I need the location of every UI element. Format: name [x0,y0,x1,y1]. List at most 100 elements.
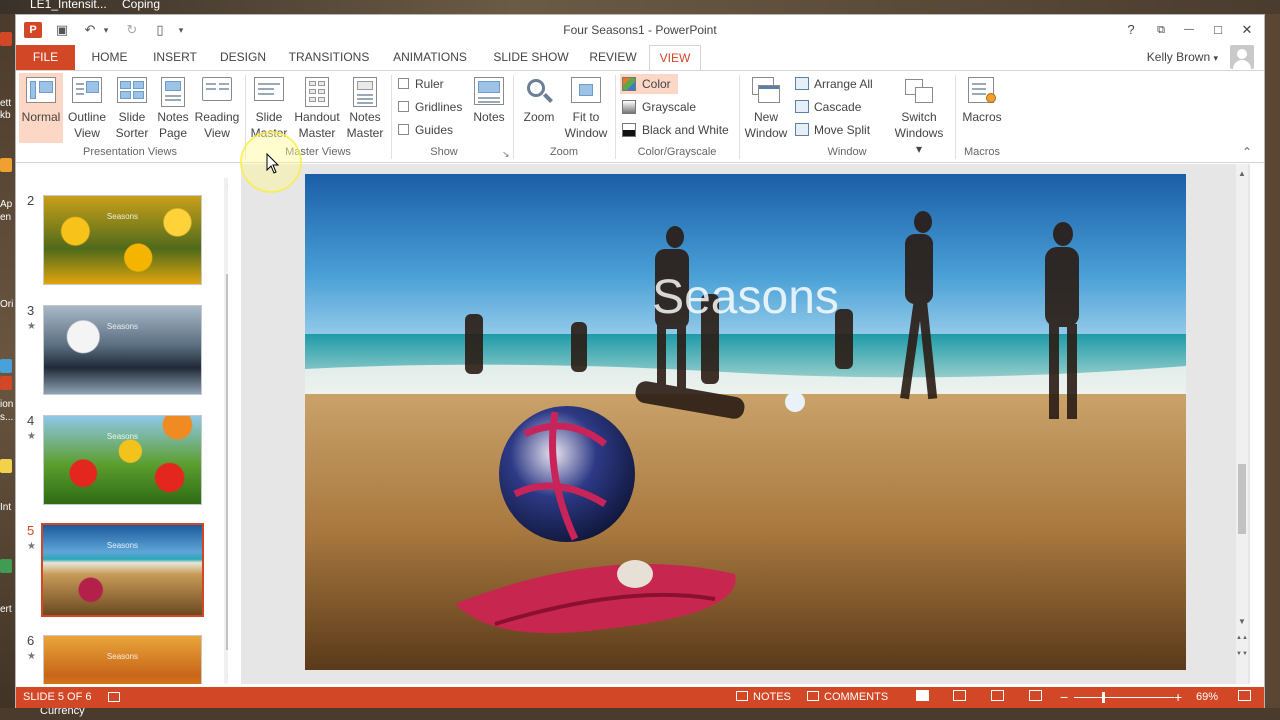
slide-canvas[interactable]: Seasons [305,174,1186,670]
spreadsheet-desktop-icon [0,559,12,573]
zoom-level[interactable]: 69% [1196,687,1218,708]
scroll-down-icon[interactable]: ▼ [1236,616,1248,628]
scroll-up-icon[interactable]: ▲ [1236,168,1248,180]
slide-thumbnail[interactable]: Seasons [43,305,202,395]
ribbon-display-options-button[interactable]: ⧉ [1148,19,1174,41]
scroll-up-icon[interactable]: ▲ [224,178,228,190]
thumbnail-number: 6 [27,633,35,648]
tab-animations[interactable]: ANIMATIONS [384,45,476,70]
outline-view-button[interactable]: Outline View [64,73,110,143]
group-label-color-grayscale: Color/Grayscale [637,146,717,158]
guides-checkbox[interactable]: Guides [398,121,453,139]
slide-thumbnail[interactable]: Seasons [43,635,202,684]
normal-view-status-icon[interactable] [916,687,934,708]
tab-view[interactable]: VIEW [649,45,701,71]
desktop-bottom-strip: Currency [0,708,1280,720]
handout-master-icon [301,77,333,107]
notes-page-icon [157,77,189,107]
close-button[interactable]: ✕ [1234,19,1260,41]
color-button[interactable]: Color [620,74,678,94]
spell-check-icon[interactable] [108,687,125,708]
reading-view-button[interactable]: Reading View [194,73,240,143]
button-label: Notes [157,110,189,124]
move-split-button[interactable]: Move Split [795,120,870,140]
notes-button[interactable]: Notes [470,73,508,143]
new-window-button[interactable]: New Window [743,73,789,143]
desktop-fragment: ion [0,399,14,410]
slide-thumbnail[interactable]: Seasons [43,195,202,285]
dialog-launcher-icon[interactable]: ↘ [502,149,510,160]
maximize-button[interactable]: □ [1205,19,1231,41]
handout-master-button[interactable]: Handout Master [292,73,342,143]
tab-transitions[interactable]: TRANSITIONS [282,45,376,70]
zoom-slider-thumb[interactable] [1102,692,1105,703]
checkbox-box [398,124,409,135]
gridlines-checkbox[interactable]: Gridlines [398,98,462,116]
button-label: Master [298,126,336,140]
minimize-button[interactable]: — [1176,19,1202,41]
slide-title[interactable]: Seasons [305,270,1186,325]
document-desktop-icon [0,359,12,373]
reading-view-status-icon[interactable] [991,687,1009,708]
tab-slide-show[interactable]: SLIDE SHOW [486,45,576,70]
notes-master-button[interactable]: Notes Master [344,73,386,143]
slide-sorter-button[interactable]: Slide Sorter [111,73,153,143]
slide-sorter-status-icon[interactable] [953,687,971,708]
slide-thumbnail-current[interactable]: Seasons [41,523,204,617]
collapse-ribbon-icon[interactable]: ⌃ [1242,145,1252,159]
color-swatch-icon [622,77,636,91]
slide-show-status-icon[interactable] [1029,687,1047,708]
black-and-white-button[interactable]: Black and White [620,120,740,140]
desktop-fragment: s... [0,412,14,423]
fit-to-window-button[interactable]: Fit to Window [562,73,610,143]
slide-master-button[interactable]: Slide Master [248,73,290,143]
notes-page-button[interactable]: Notes Page [153,73,193,143]
button-label: Window [564,126,608,140]
grayscale-button[interactable]: Grayscale [620,97,710,117]
comments-status-button[interactable]: COMMENTS [807,687,888,708]
button-label: Outline [67,110,107,124]
previous-slide-icon[interactable]: ▲▲ [1236,632,1248,644]
next-slide-icon[interactable]: ▼▼ [1236,648,1248,660]
ruler-checkbox[interactable]: Ruler [398,75,444,93]
zoom-button[interactable]: Zoom [518,73,560,143]
slide-thumbnail-pane: 2 Seasons 3 ★ Seasons 4 ★ Seasons 5 ★ Se… [16,164,228,684]
scrollbar-thumb[interactable] [1238,464,1246,534]
notes-status-button[interactable]: NOTES [736,687,791,708]
macros-button[interactable]: Macros [958,73,1006,143]
zoom-slider[interactable] [1074,697,1174,698]
normal-view-button[interactable]: Normal [19,73,63,143]
thumbnail-number: 5 [27,523,35,538]
button-label: Notes [349,110,381,124]
switch-windows-button[interactable]: Switch Windows ▾ [892,73,946,156]
arrange-all-button[interactable]: Arrange All [795,74,873,94]
avatar[interactable] [1230,45,1254,69]
tab-design[interactable]: DESIGN [212,45,274,70]
arrange-all-icon [795,77,809,90]
slide-thumbnail[interactable]: Seasons [43,415,202,505]
reading-view-icon [201,77,233,107]
macros-icon [966,77,998,107]
button-label: Sorter [115,126,149,140]
powerpoint-window: P ▣ ↶ ▾ ↻ ▯ ▾ Four Seasons1 - PowerPoint… [15,14,1265,708]
help-button[interactable]: ? [1118,19,1144,41]
tab-home[interactable]: HOME [81,45,138,70]
button-label: New [753,110,778,124]
fit-slide-icon[interactable] [1238,687,1256,708]
cascade-button[interactable]: Cascade [795,97,861,117]
tab-file[interactable]: FILE [16,45,75,70]
button-label: Normal [21,110,61,124]
tab-insert[interactable]: INSERT [144,45,206,70]
user-account[interactable]: Kelly Brown ▾ [1147,50,1218,64]
scrollbar-thumb[interactable] [226,274,228,650]
button-label: Master [250,126,288,140]
slide-scrollbar[interactable]: ▲ ▼ ▲▲ ▼▼ [1236,164,1248,684]
slide-edit-pane: Seasons ▲ ▼ ▲▲ ▼▼ [241,164,1250,684]
tab-review[interactable]: REVIEW [582,45,644,70]
thumbnail-scrollbar[interactable]: ▲ ▼ [224,178,228,684]
group-label-macros: Macros [963,146,1001,158]
scroll-down-icon[interactable]: ▼ [224,672,228,684]
zoom-in-button[interactable]: + [1174,687,1182,708]
zoom-out-button[interactable]: − [1060,687,1068,708]
checkbox-label: Guides [415,123,454,137]
